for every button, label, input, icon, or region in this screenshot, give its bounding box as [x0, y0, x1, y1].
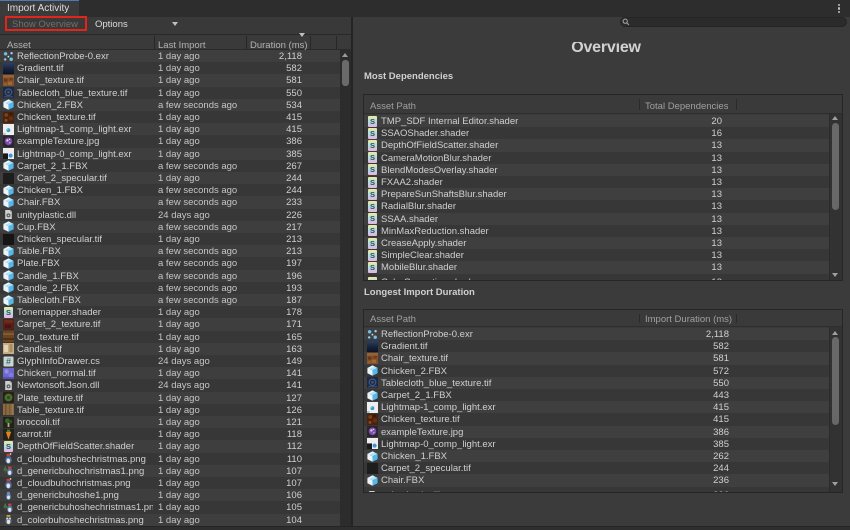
svg-text:S: S: [370, 227, 375, 236]
svg-text:#: #: [6, 356, 11, 366]
svg-text:S: S: [370, 239, 375, 248]
svg-text:S: S: [370, 251, 375, 260]
svg-text:S: S: [6, 308, 11, 317]
svg-text:S: S: [370, 129, 375, 138]
svg-text:S: S: [6, 442, 11, 451]
svg-text:S: S: [370, 278, 375, 281]
svg-text:S: S: [370, 214, 375, 223]
svg-text:S: S: [370, 141, 375, 150]
svg-text:S: S: [370, 190, 375, 199]
svg-text:S: S: [370, 263, 375, 272]
svg-text:S: S: [370, 178, 375, 187]
svg-text:S: S: [370, 166, 375, 175]
svg-text:S: S: [370, 153, 375, 162]
svg-text:S: S: [370, 202, 375, 211]
svg-text:S: S: [370, 117, 375, 126]
